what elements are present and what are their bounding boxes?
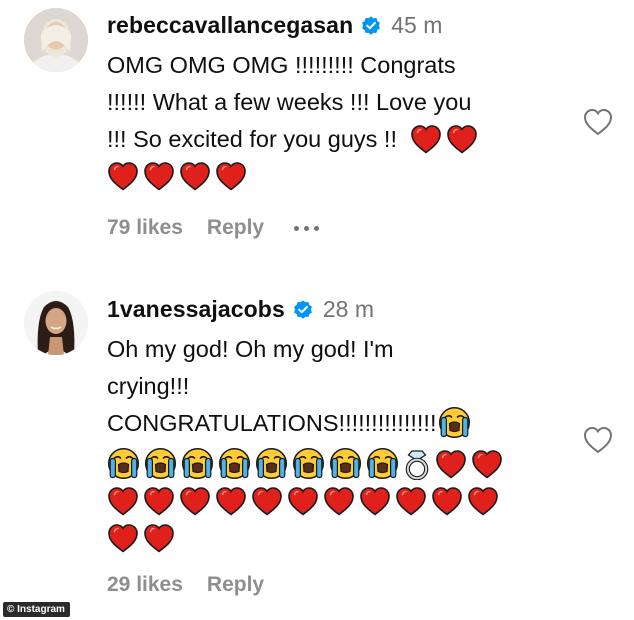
- loudly-crying-face-emoji: [218, 447, 251, 480]
- reply-button[interactable]: Reply: [207, 216, 264, 240]
- username[interactable]: 1vanessajacobs: [107, 296, 285, 323]
- red-heart-emoji: [215, 486, 247, 516]
- red-heart-emoji: [143, 486, 175, 516]
- red-heart-emoji: [107, 161, 139, 191]
- emoji-line: [107, 158, 557, 195]
- red-heart-emoji: [410, 124, 442, 154]
- likes-count[interactable]: 29 likes: [107, 573, 183, 597]
- red-heart-emoji: [251, 486, 283, 516]
- red-heart-emoji: [467, 486, 499, 516]
- red-heart-emoji: [179, 161, 211, 191]
- ellipsis-icon[interactable]: [294, 225, 320, 231]
- red-heart-emoji: [107, 523, 139, 553]
- red-heart-emoji: [287, 486, 319, 516]
- loudly-crying-face-emoji: [255, 447, 288, 480]
- red-heart-emoji: [431, 486, 463, 516]
- loudly-crying-face-emoji: [366, 447, 399, 480]
- loudly-crying-face-emoji: [329, 447, 362, 480]
- comment-line: crying!!!: [107, 373, 190, 399]
- red-heart-emoji: [107, 486, 139, 516]
- comment-line: !!!!!! What a few weeks !!! Love you: [107, 89, 472, 115]
- comment-text: OMG OMG OMG !!!!!!!!! Congrats !!!!!! Wh…: [107, 47, 557, 195]
- red-heart-emoji: [143, 523, 175, 553]
- photo-credit: © Instagram: [3, 602, 70, 617]
- reply-button[interactable]: Reply: [207, 573, 264, 597]
- heart-outline-icon[interactable]: [582, 107, 614, 137]
- emoji-line: [107, 446, 557, 483]
- avatar[interactable]: [24, 291, 88, 355]
- red-heart-emoji: [359, 486, 391, 516]
- emoji-line: [107, 483, 557, 520]
- red-heart-emoji: [143, 161, 175, 191]
- timestamp: 28 m: [322, 296, 374, 322]
- heart-outline-icon[interactable]: [582, 425, 614, 455]
- username[interactable]: rebeccavallancegasan: [107, 12, 353, 39]
- verified-badge-icon: [292, 299, 314, 321]
- comment-text: Oh my god! Oh my god! I'm crying!!! CONG…: [107, 331, 557, 557]
- comment-line: Oh my god! Oh my god! I'm: [107, 336, 394, 362]
- loudly-crying-face-emoji: [292, 447, 325, 480]
- loudly-crying-face-emoji: [107, 447, 140, 480]
- loudly-crying-face-emoji: [144, 447, 177, 480]
- red-heart-emoji: [435, 449, 467, 479]
- red-heart-emoji: [471, 449, 503, 479]
- red-heart-emoji: [179, 486, 211, 516]
- comment-line: OMG OMG OMG !!!!!!!!! Congrats: [107, 52, 456, 78]
- red-heart-emoji: [215, 161, 247, 191]
- red-heart-emoji: [395, 486, 427, 516]
- avatar[interactable]: [24, 8, 88, 72]
- comment-line: !!! So excited for you guys !!: [107, 121, 557, 158]
- loudly-crying-face-emoji: [181, 447, 214, 480]
- red-heart-emoji: [323, 486, 355, 516]
- verified-badge-icon: [360, 15, 382, 37]
- timestamp: 45 m: [391, 12, 443, 38]
- emoji-line: [107, 520, 557, 557]
- likes-count[interactable]: 79 likes: [107, 216, 183, 240]
- comment-line: CONGRATULATIONS!!!!!!!!!!!!!!!: [107, 405, 557, 442]
- red-heart-emoji: [446, 124, 478, 154]
- ring-emoji: [403, 448, 431, 480]
- loudly-crying-face-emoji: [438, 406, 471, 439]
